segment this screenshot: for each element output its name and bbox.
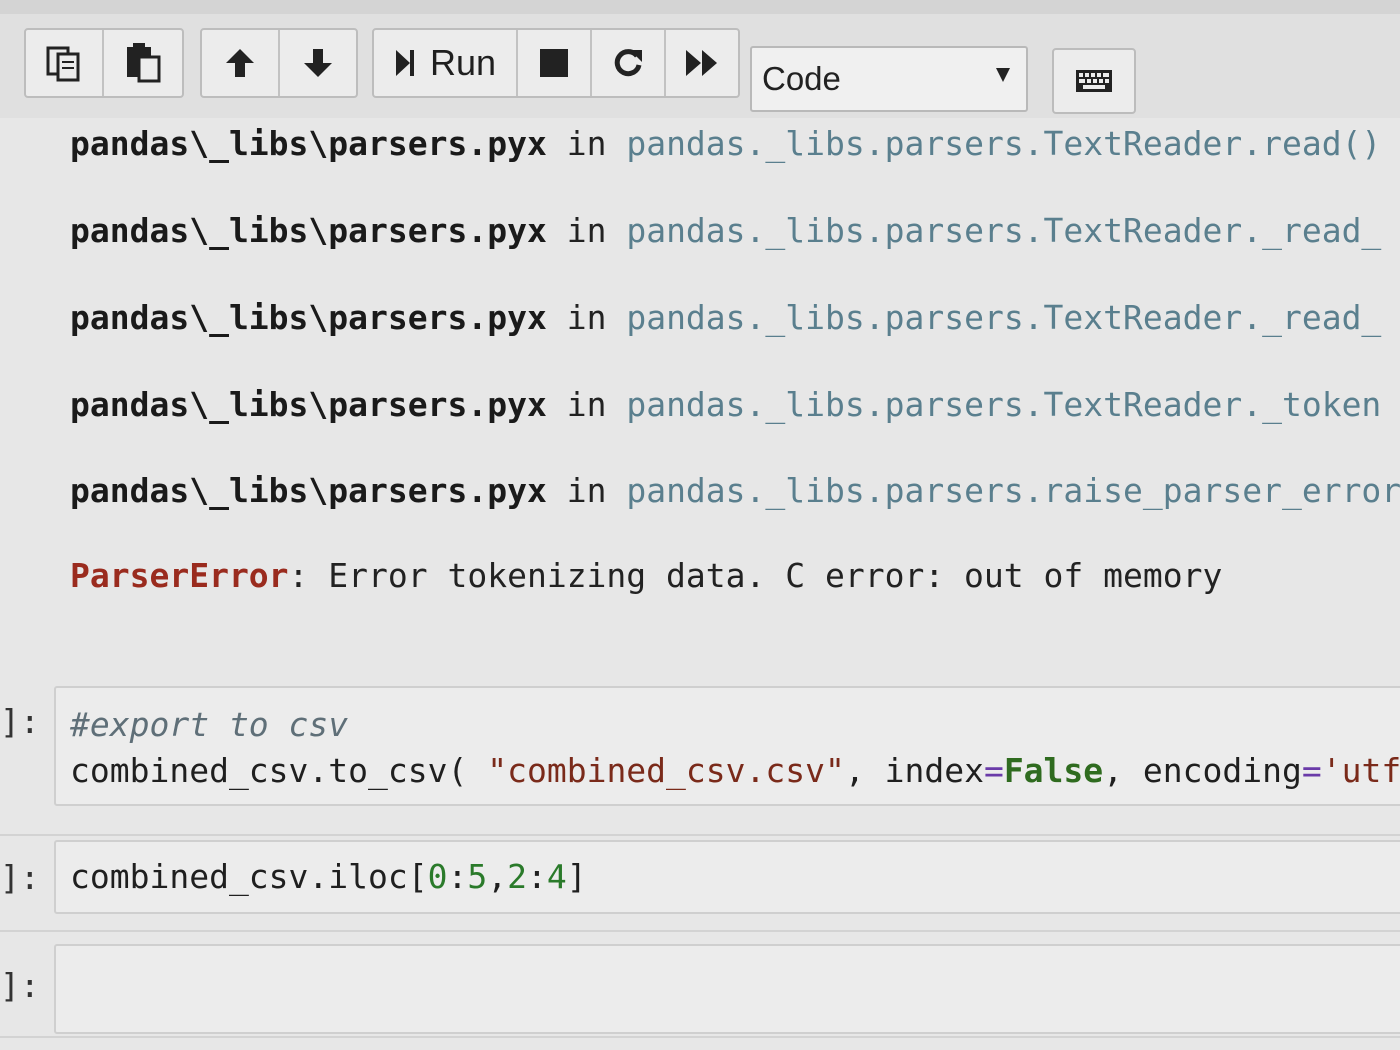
traceback-frame: pandas\_libs\parsers.pyx in pandas._libs… [70,385,1381,425]
copy-icon [46,46,80,82]
code-operator: = [983,751,1004,790]
restart-kernel-button[interactable] [592,30,666,96]
traceback-function-link[interactable]: pandas._libs.parsers.TextReader._read_ [626,211,1381,250]
code-comment: #export to csv [70,705,349,744]
traceback-file: pandas\_libs\parsers.pyx [70,471,547,510]
traceback-frame: pandas\_libs\parsers.pyx in pandas._libs… [70,124,1381,164]
clipboard-button-group [24,28,184,98]
restart-icon [614,49,642,77]
code-line: combined_csv.to_csv( "combined_csv.csv",… [70,750,1400,792]
traceback-frame: pandas\_libs\parsers.pyx in pandas._libs… [70,471,1400,511]
code-number: 0 [427,857,448,896]
chevron-down-icon [996,68,1010,82]
run-button-group: Run [372,28,740,98]
run-button-label: Run [429,42,497,83]
traceback-frame: pandas\_libs\parsers.pyx in pandas._libs… [70,298,1381,338]
traceback-in: in [566,124,607,163]
fast-forward-icon [686,50,717,76]
traceback-function-link[interactable]: pandas._libs.parsers.TextReader._token [626,385,1381,424]
cell-divider [0,834,1400,836]
traceback-function-link[interactable]: pandas._libs.parsers.TextReader._read_ [626,298,1381,337]
traceback-file: pandas\_libs\parsers.pyx [70,385,547,424]
arrow-down-icon [304,49,332,77]
code-text: combined_csv.to_csv( [70,751,488,790]
cell-prompt: ]: [0,858,40,897]
arrow-up-icon [226,49,254,77]
keyboard-icon [1076,70,1112,92]
code-text: : [527,857,547,896]
code-text: : [447,857,468,896]
move-cell-up-button[interactable] [202,30,280,96]
step-icon [395,50,414,76]
code-keyword: False [1003,751,1104,790]
run-button[interactable]: Run [374,30,518,96]
code-string: "combined_csv.csv" [487,751,845,790]
code-string: 'utf [1321,751,1400,790]
traceback-function-link[interactable]: pandas._libs.parsers.raise_parser_error [626,471,1400,510]
code-number: 2 [507,857,527,896]
interrupt-kernel-button[interactable] [518,30,592,96]
restart-run-all-button[interactable] [666,30,738,96]
cell-prompt: ]: [0,966,40,1005]
toolbar-top-edge [0,0,1400,14]
code-text: combined_csv.iloc[ [70,857,428,896]
traceback-file: pandas\_libs\parsers.pyx [70,211,547,250]
code-number: 5 [467,857,488,896]
code-operator: = [1301,751,1322,790]
cell-divider [0,930,1400,932]
traceback-function-link[interactable]: pandas._libs.parsers.TextReader.read() [626,124,1381,163]
traceback-file: pandas\_libs\parsers.pyx [70,298,547,337]
code-text: ] [566,857,587,896]
traceback-in: in [566,211,607,250]
command-palette-button[interactable] [1052,48,1136,114]
paste-cells-button[interactable] [104,30,182,96]
copy-cells-button[interactable] [26,30,104,96]
cell-prompt: ]: [0,702,40,741]
code-text: , index [844,751,984,790]
code-line: combined_csv.iloc[0:5,2:4] [70,856,587,898]
code-comment-line: #export to csv [70,704,348,746]
traceback-in: in [566,385,607,424]
move-button-group [200,28,358,98]
notebook-toolbar: Run Code [0,0,1400,118]
code-text: , encoding [1103,751,1302,790]
error-text: : Error tokenizing data. C error: out of… [288,556,1223,595]
traceback-file: pandas\_libs\parsers.pyx [70,124,547,163]
notebook-page: Run Code pandas\_libs\parsers.pyx in pan… [0,0,1400,1050]
cell-type-value: Code [762,60,841,97]
cell-type-select[interactable]: Code [750,46,1028,112]
error-name: ParserError [70,556,289,595]
code-cell-empty[interactable] [54,944,1400,1034]
paste-icon [127,43,161,83]
code-number: 4 [546,857,567,896]
traceback-in: in [566,298,607,337]
traceback-in: in [566,471,607,510]
code-text: , [487,857,508,896]
traceback-frame: pandas\_libs\parsers.pyx in pandas._libs… [70,211,1381,251]
error-message: ParserError: Error tokenizing data. C er… [70,556,1222,596]
move-cell-down-button[interactable] [280,30,356,96]
stop-icon [540,49,568,77]
cell-divider [0,1036,1400,1038]
